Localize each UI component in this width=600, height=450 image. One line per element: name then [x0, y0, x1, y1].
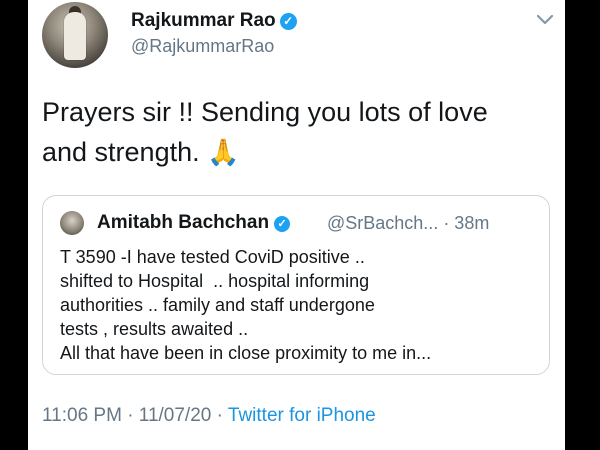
author-avatar[interactable]: [42, 2, 108, 68]
tweet-footer: 11:06 PM · 11/07/20 · Twitter for iPhone: [42, 405, 376, 427]
tweet-text-line-2: and strength. 🙏: [42, 132, 552, 172]
quoted-tweet-text: T 3590 -I have tested CoviD positive .. s…: [60, 245, 540, 365]
quoted-line-1: T 3590 -I have tested CoviD positive ..: [60, 247, 365, 267]
quoted-handle-time: @SrBachch... · 38m: [327, 213, 490, 233]
chevron-down-icon[interactable]: [536, 13, 554, 27]
tweet-source-link[interactable]: Twitter for iPhone: [228, 405, 376, 426]
author-name[interactable]: Rajkummar Rao ✓: [131, 10, 297, 32]
tweet-card: Rajkummar Rao ✓ @RajkummarRao Prayers sir…: [28, 0, 565, 450]
quoted-author-avatar: [60, 211, 84, 235]
verified-badge-icon: ✓: [279, 13, 297, 30]
quoted-author-name: Amitabh Bachchan ✓: [97, 212, 291, 234]
tweet-text: Prayers sir !! Sending you lots of love …: [42, 92, 552, 172]
quoted-line-5: All that have been in close proximity to…: [60, 343, 432, 363]
tweet-text-line-1: Prayers sir !! Sending you lots of love: [42, 97, 488, 127]
quoted-verified-badge-icon: ✓: [274, 216, 291, 232]
tweet-text-line-2-text: and strength.: [42, 137, 200, 167]
author-name-text: Rajkummar Rao: [131, 10, 276, 31]
tweet-timestamp[interactable]: 11:06 PM · 11/07/20 ·: [42, 405, 228, 426]
folded-hands-emoji: 🙏: [207, 137, 240, 167]
author-handle[interactable]: @RajkummarRao: [131, 36, 274, 57]
avatar-figure-shape: [64, 12, 86, 60]
quoted-author-name-text: Amitabh Bachchan: [97, 212, 270, 233]
quoted-line-3: authorities .. family and staff undergon…: [60, 295, 375, 315]
quoted-tweet[interactable]: Amitabh Bachchan ✓ @SrBachch... · 38m T 3…: [42, 195, 550, 375]
quoted-line-4: tests , results awaited ..: [60, 319, 249, 339]
quoted-line-2: shifted to Hospital .. hospital informin…: [60, 271, 370, 291]
